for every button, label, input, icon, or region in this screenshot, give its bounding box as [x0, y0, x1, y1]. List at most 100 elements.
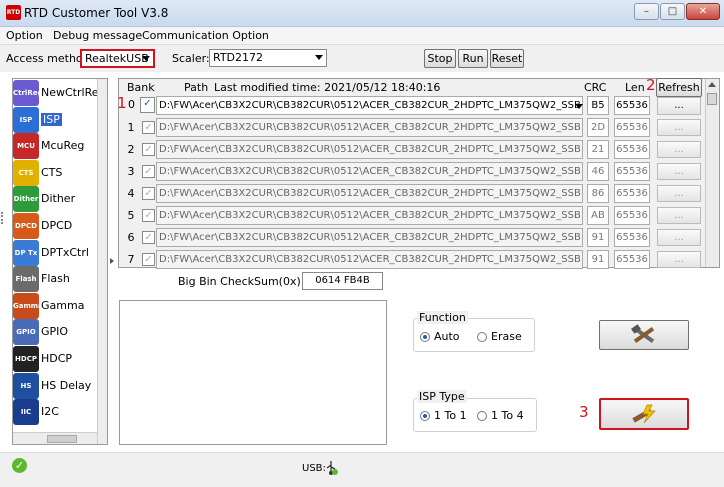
- auto-radio[interactable]: Auto: [420, 330, 470, 344]
- browse-file-button[interactable]: ...: [657, 97, 701, 115]
- collapse-arrow-icon[interactable]: [110, 258, 114, 264]
- auto-label: Auto: [434, 330, 460, 343]
- access-method-value: RealtekUSB: [85, 52, 149, 65]
- bank-checkbox[interactable]: ✓: [142, 209, 155, 222]
- bank-path-field[interactable]: D:\FW\Acer\CB3X2CUR\CB382CUR\0512\ACER_C…: [156, 184, 583, 203]
- browse-file-button[interactable]: ...: [657, 185, 701, 202]
- close-button[interactable]: ✕: [686, 3, 720, 20]
- sidebar-item-mcureg[interactable]: MCU McuReg: [12, 133, 98, 160]
- chevron-down-icon[interactable]: [575, 104, 583, 109]
- bank-path-field[interactable]: D:\FW\Acer\CB3X2CUR\CB382CUR\0512\ACER_C…: [156, 96, 583, 115]
- bank-path-field[interactable]: D:\FW\Acer\CB3X2CUR\CB382CUR\0512\ACER_C…: [156, 118, 583, 137]
- bank-len: 65536: [614, 184, 650, 203]
- bank-checkbox[interactable]: ✓: [140, 97, 155, 113]
- bank-checkbox[interactable]: ✓: [142, 231, 155, 244]
- bank-row: 2 ✓ D:\FW\Acer\CB3X2CUR\CB382CUR\0512\ACER…: [120, 140, 706, 160]
- bank-checkbox[interactable]: ✓: [142, 165, 155, 178]
- browse-file-button[interactable]: ...: [657, 251, 701, 268]
- bank-row: 4 ✓ D:\FW\Acer\CB3X2CUR\CB382CUR\0512\ACER…: [120, 184, 706, 204]
- scroll-up-icon[interactable]: [708, 82, 716, 87]
- sidebar-item-label: HDCP: [41, 352, 73, 365]
- stop-button[interactable]: Stop: [424, 49, 456, 68]
- menu-debug-message[interactable]: Debug message: [53, 29, 142, 42]
- bank-list-vscrollbar[interactable]: [705, 79, 718, 267]
- bank-crc: 91: [587, 228, 609, 247]
- annotation-1: 1: [117, 94, 127, 112]
- program-flash-icon: [632, 404, 656, 424]
- sidebar-item-hdcp[interactable]: HDCP HDCP: [12, 346, 98, 372]
- module-list-vscrollbar[interactable]: [97, 79, 107, 444]
- bank-path-field[interactable]: D:\FW\Acer\CB3X2CUR\CB382CUR\0512\ACER_C…: [156, 162, 583, 181]
- erase-radio[interactable]: Erase: [477, 330, 532, 344]
- program-button[interactable]: [599, 398, 689, 430]
- bank-number: 7: [127, 253, 135, 266]
- browse-file-button[interactable]: ...: [657, 119, 701, 136]
- tools-button[interactable]: [599, 320, 689, 350]
- access-method-select[interactable]: RealtekUSB: [80, 49, 155, 68]
- bank-row: 5 ✓ D:\FW\Acer\CB3X2CUR\CB382CUR\0512\ACER…: [120, 206, 706, 226]
- browse-file-button[interactable]: ...: [657, 229, 701, 246]
- reset-button[interactable]: Reset: [490, 49, 524, 68]
- log-output[interactable]: [119, 300, 387, 445]
- usb-connected-icon: [326, 461, 338, 475]
- sidebar-item-label: McuReg: [41, 139, 85, 153]
- tools-icon: [631, 324, 655, 343]
- sidebar-item-hs-delay[interactable]: HS HS Delay: [12, 372, 98, 399]
- sidebar-item-gpio[interactable]: GPIO GPIO: [12, 319, 98, 346]
- sidebar-item-i2c[interactable]: IIC I2C: [12, 399, 98, 426]
- sidebar-item-cts[interactable]: CTS CTS: [12, 159, 98, 186]
- module-list-hscrollbar[interactable]: [13, 432, 97, 444]
- scroll-thumb[interactable]: [707, 93, 717, 105]
- sidebar-item-dptxctrl[interactable]: DP Tx DPTxCtrl: [12, 239, 98, 266]
- isp-type-label: ISP Type: [417, 390, 467, 403]
- bank-path-field[interactable]: D:\FW\Acer\CB3X2CUR\CB382CUR\0512\ACER_C…: [156, 140, 583, 159]
- bank-checkbox[interactable]: ✓: [142, 253, 155, 266]
- radio-selected-icon: [420, 332, 430, 342]
- browse-file-button[interactable]: ...: [657, 163, 701, 180]
- bank-checkbox[interactable]: ✓: [142, 143, 155, 156]
- scaler-select[interactable]: RTD2172: [209, 49, 327, 67]
- one-to-one-radio[interactable]: 1 To 1: [420, 409, 472, 423]
- hscroll-thumb[interactable]: [47, 435, 77, 443]
- bank-crc: 46: [587, 162, 609, 181]
- browse-file-button[interactable]: ...: [657, 207, 701, 224]
- bank-row: 7 ✓ D:\FW\Acer\CB3X2CUR\CB382CUR\0512\ACER…: [120, 250, 706, 270]
- refresh-button[interactable]: Refresh: [656, 78, 702, 97]
- sidebar-item-gamma[interactable]: Gamma Gamma: [12, 292, 98, 319]
- menu-communication-option[interactable]: Communication Option: [142, 29, 269, 42]
- menu-option[interactable]: Option: [6, 29, 43, 42]
- bank-crc: B5: [587, 96, 609, 115]
- sidebar-item-label: Dither: [41, 192, 76, 206]
- chevron-down-icon: [142, 56, 150, 61]
- sidebar-item-dither[interactable]: Dither Dither: [12, 186, 98, 213]
- radio-unselected-icon: [477, 332, 487, 342]
- sidebar-item-label: Gamma: [41, 298, 85, 312]
- bank-row: 6 ✓ D:\FW\Acer\CB3X2CUR\CB382CUR\0512\ACER…: [120, 228, 706, 248]
- bank-number: 5: [127, 209, 135, 222]
- status-bar: [0, 452, 724, 487]
- bank-path-field[interactable]: D:\FW\Acer\CB3X2CUR\CB382CUR\0512\ACER_C…: [156, 206, 583, 225]
- annotation-zero-bank: 0: [128, 98, 135, 111]
- one-to-four-radio[interactable]: 1 To 4: [477, 409, 533, 423]
- len-header: Len: [625, 81, 645, 94]
- bank-path-field[interactable]: D:\FW\Acer\CB3X2CUR\CB382CUR\0512\ACER_C…: [156, 228, 583, 247]
- gpio-icon: GPIO: [13, 319, 39, 346]
- sidebar-item-flash[interactable]: Flash Flash: [12, 266, 98, 293]
- bank-header: Bank: [127, 81, 155, 94]
- sidebar-item-label: DPTxCtrl: [41, 245, 89, 259]
- bank-row: ✓ D:\FW\Acer\CB3X2CUR\CB382CUR\0512\ACER_…: [120, 96, 706, 116]
- bank-path-field[interactable]: D:\FW\Acer\CB3X2CUR\CB382CUR\0512\ACER_C…: [156, 250, 583, 269]
- bank-checkbox[interactable]: ✓: [142, 121, 155, 134]
- hs-delay-icon: HS: [13, 372, 39, 399]
- minimize-button[interactable]: –: [634, 3, 659, 20]
- bank-checkbox[interactable]: ✓: [142, 187, 155, 200]
- splitter-grip[interactable]: [1, 212, 7, 224]
- maximize-button[interactable]: □: [660, 3, 685, 20]
- run-button[interactable]: Run: [458, 49, 488, 68]
- ctrlreg-icon: CtrlReg: [13, 80, 42, 106]
- sidebar-item-dpcd[interactable]: DPCD DPCD: [12, 213, 98, 239]
- sidebar-item-isp[interactable]: ISP ISP: [12, 106, 98, 133]
- sidebar-item-newctrlreg[interactable]: CtrlReg NewCtrlReg: [12, 80, 105, 106]
- bank-number: 6: [127, 231, 135, 244]
- browse-file-button[interactable]: ...: [657, 141, 701, 158]
